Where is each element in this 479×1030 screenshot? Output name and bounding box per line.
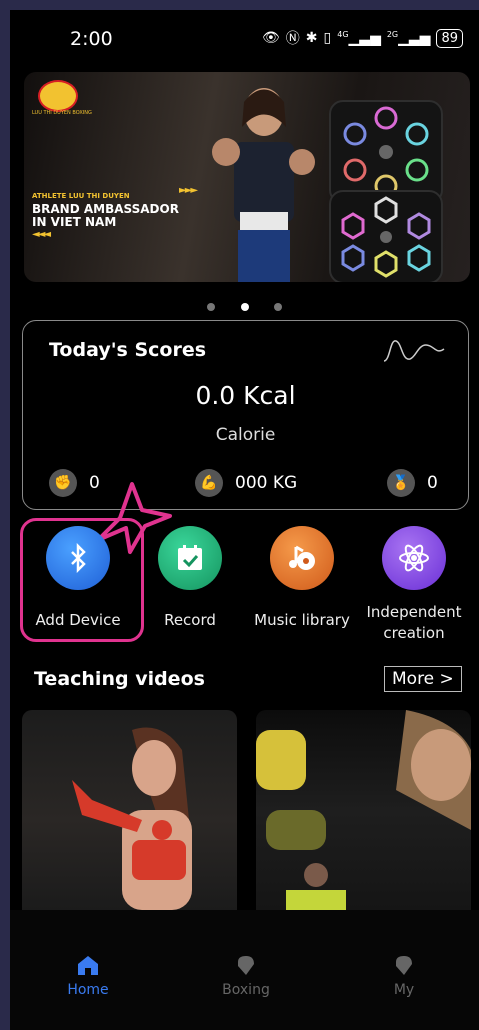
signal-4g-icon: 4G▁▃▅ [337, 29, 381, 47]
record-button[interactable]: Record [135, 526, 245, 631]
boxing-machine-image-2 [329, 190, 443, 282]
music-library-button[interactable]: Music library [247, 526, 357, 631]
music-note-icon [270, 526, 334, 590]
stat-force: 💪 000 KG [195, 469, 297, 497]
page-dot[interactable] [207, 303, 216, 311]
video-thumbnail[interactable] [22, 710, 237, 910]
music-library-label: Music library [254, 611, 350, 629]
home-icon [78, 956, 98, 975]
nav-home[interactable]: Home [33, 954, 143, 998]
glove-icon: ✊ [49, 469, 77, 497]
add-device-label: Add Device [35, 611, 121, 629]
page-dot[interactable] [273, 303, 282, 311]
promo-banner[interactable]: LUU THI DUYEN BOXING ATHLETE LUU THI DUY… [24, 72, 470, 282]
banner-athlete: ATHLETE LUU THI DUYEN [32, 192, 130, 200]
page-dot-active[interactable] [240, 303, 249, 311]
banner-arrows-left: ◄◄◄ [32, 229, 51, 240]
athlete-photo [72, 727, 192, 910]
profile-icon [396, 956, 412, 975]
boxing-machine-image [329, 100, 443, 204]
wave-icon [383, 340, 445, 362]
signal-2g-icon: 2G▁▃▅ [386, 29, 431, 47]
calendar-check-icon [158, 526, 222, 590]
calorie-value: 0.0 Kcal [195, 381, 296, 410]
record-label: Record [164, 611, 216, 629]
status-bar: 2:00 👁 Ⓝ ✱ ▯ 4G▁▃▅ 2G▁▃▅ 89 [10, 10, 479, 66]
boxing-glove-icon [238, 956, 254, 975]
teaching-videos-title: Teaching videos [34, 668, 205, 690]
brand-logo [38, 80, 78, 112]
bluetooth-status-icon: ✱ [305, 30, 318, 46]
nav-my[interactable]: My [349, 954, 459, 998]
atom-icon [382, 526, 446, 590]
vibrate-icon: ▯ [323, 30, 332, 46]
independent-creation-button[interactable]: Independent creation [359, 526, 469, 644]
brand-logo-text: LUU THI DUYEN BOXING [32, 110, 92, 116]
add-device-button[interactable]: Add Device [23, 526, 133, 631]
stat-medals: 🏅 0 [387, 469, 438, 497]
video-thumbnail[interactable] [256, 710, 471, 910]
app-screen: 2:00 👁 Ⓝ ✱ ▯ 4G▁▃▅ 2G▁▃▅ 89 LUU THI DUYE… [10, 10, 479, 1030]
nfc-icon: Ⓝ [285, 31, 300, 47]
athlete-figure [212, 88, 315, 282]
bottom-nav: Home Boxing My [10, 910, 479, 1030]
muscle-icon: 💪 [195, 469, 223, 497]
eye-icon: 👁 [262, 30, 280, 46]
banner-arrows-right: ►►► [179, 185, 198, 196]
nav-boxing[interactable]: Boxing [191, 954, 301, 998]
banner-brand-text: BRAND AMBASSADOR IN VIET NAM [32, 202, 179, 229]
independent-creation-label: Independent creation [366, 603, 462, 642]
battery-icon: 89 [436, 28, 463, 48]
status-icons: 👁 Ⓝ ✱ ▯ 4G▁▃▅ 2G▁▃▅ 89 [262, 28, 463, 48]
status-time: 2:00 [70, 28, 113, 50]
calorie-label: Calorie [215, 425, 276, 445]
medal-icon: 🏅 [387, 469, 415, 497]
banner-pagination [10, 296, 479, 315]
bluetooth-icon [46, 526, 110, 590]
more-button[interactable]: More > [384, 666, 462, 692]
athlete-photo [256, 710, 471, 910]
scores-title: Today's Scores [49, 339, 207, 361]
